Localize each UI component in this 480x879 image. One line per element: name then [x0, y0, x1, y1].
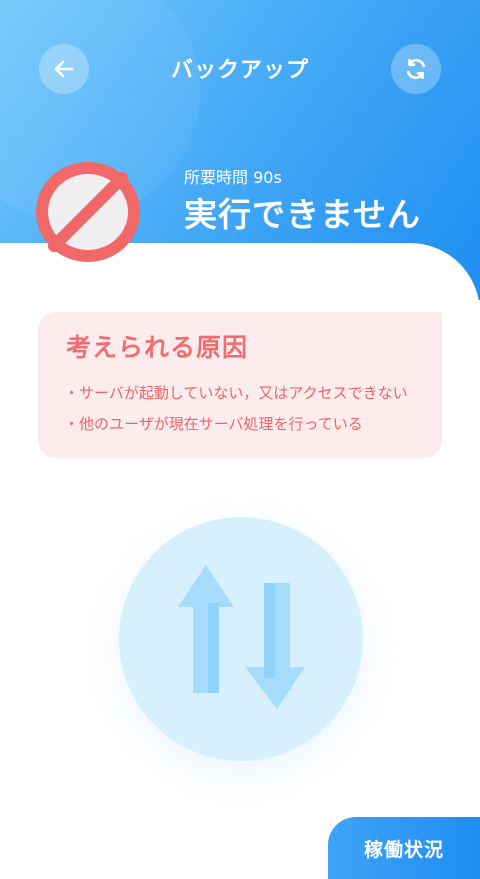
cause-item: ・他のユーザが現在サーバ処理を行っている — [64, 415, 363, 433]
refresh-icon — [407, 58, 425, 80]
prohibited-icon — [36, 162, 140, 262]
status-message: 実行できません — [184, 195, 422, 234]
cause-item: ・サーバが起動していない，又はアクセスできない — [64, 384, 408, 402]
refresh-button[interactable] — [391, 44, 441, 94]
operation-status-button[interactable]: 稼働状況 — [328, 817, 480, 879]
transfer-graphic — [119, 517, 363, 761]
possible-causes-heading: 考えられる原因 — [66, 333, 249, 362]
duration-label: 所要時間 90s — [184, 168, 282, 187]
possible-causes-panel: 考えられる原因 ・サーバが起動していない，又はアクセスできない ・他のユーザが現… — [38, 312, 442, 458]
transfer-arrows-icon — [178, 565, 305, 709]
